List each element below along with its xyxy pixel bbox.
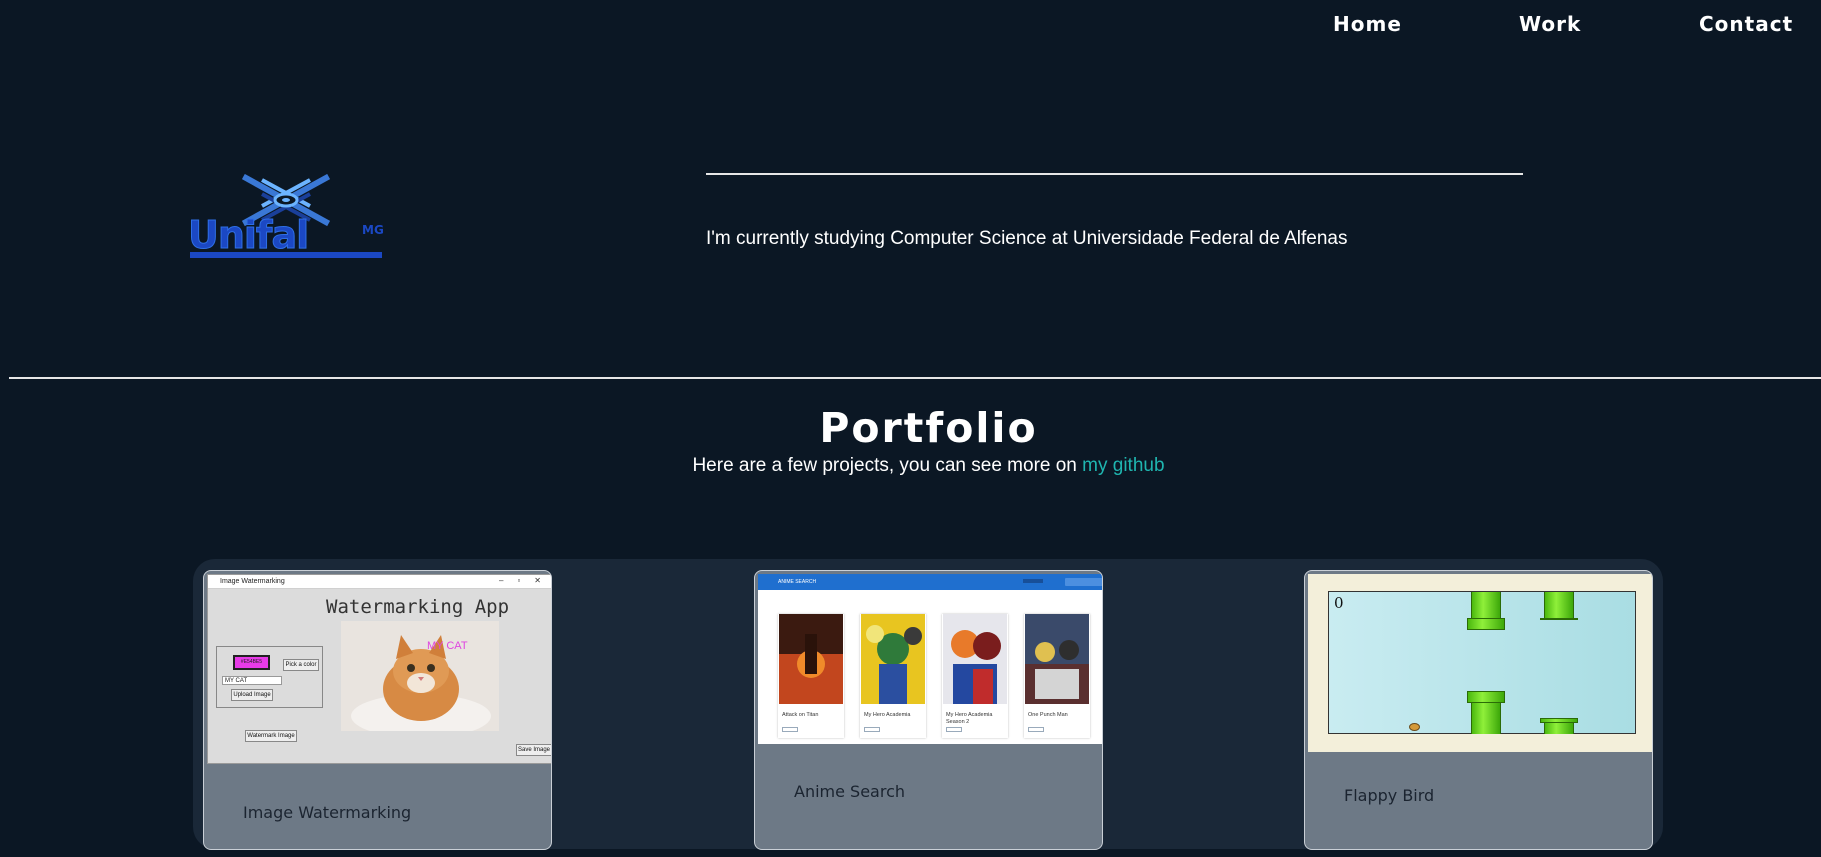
project-card-image-watermarking[interactable]: Image Watermarking –▫✕ Watermarking App …	[203, 570, 552, 850]
anime-title: My Hero Academia Season 2	[946, 712, 993, 725]
anime-title: One Punch Man	[1028, 712, 1068, 718]
hero-divider	[706, 173, 1523, 175]
svg-text:Unifal: Unifal	[188, 213, 308, 257]
section-divider	[9, 377, 1821, 379]
watermark-overlay-text: MY CAT	[427, 640, 468, 652]
anime-title: Attack on Titan	[782, 712, 819, 718]
game-canvas: 0	[1328, 591, 1636, 734]
pipe	[1544, 723, 1574, 734]
poster-image	[943, 614, 1007, 704]
search-input	[1065, 578, 1102, 586]
text-input: MY CAT	[222, 676, 282, 685]
window-title: Image Watermarking	[220, 578, 285, 585]
project-title[interactable]: Flappy Bird	[1344, 786, 1434, 805]
pipe-cap	[1467, 691, 1505, 703]
cat-photo	[341, 621, 499, 731]
github-link[interactable]: my github	[1082, 455, 1164, 476]
pipe	[1544, 592, 1574, 618]
poster-image	[1025, 614, 1089, 704]
pipe	[1471, 592, 1501, 618]
project-screenshot[interactable]: ANIME SEARCH Attack on Titan My Hero Aca…	[758, 574, 1102, 744]
anime-card: Attack on Titan	[778, 614, 844, 738]
pick-color-button: Pick a color	[283, 659, 319, 671]
main-nav: Home Work Contact	[0, 12, 1821, 42]
pipe	[1471, 703, 1501, 734]
portfolio-title: Portfolio	[819, 404, 1038, 452]
save-image-button: Save Image	[516, 744, 551, 756]
svg-text:MG: MG	[362, 223, 384, 237]
projects-panel: Image Watermarking –▫✕ Watermarking App …	[193, 559, 1663, 850]
poster-image	[779, 614, 843, 704]
anime-title: My Hero Academia	[864, 712, 911, 718]
more-button	[864, 727, 880, 732]
pipe-cap	[1467, 618, 1505, 630]
nav-contact-link[interactable]: Contact	[1699, 12, 1793, 36]
project-card-flappy-bird[interactable]: 0 Flappy Bird	[1304, 570, 1653, 850]
anime-card: One Punch Man	[1024, 614, 1090, 738]
pipe-cap	[1540, 618, 1578, 620]
project-screenshot[interactable]: Image Watermarking –▫✕ Watermarking App …	[207, 574, 552, 764]
app-bar-title: ANIME SEARCH	[778, 579, 817, 585]
controls-box: #E54BE5 Pick a color MY CAT Upload Image	[216, 646, 323, 708]
window-titlebar: Image Watermarking –▫✕	[208, 575, 552, 589]
bird-sprite	[1409, 723, 1420, 731]
color-swatch: #E54BE5	[233, 655, 270, 670]
portfolio-subtitle-text: Here are a few projects, you can see mor…	[692, 455, 1083, 476]
nav-work-link[interactable]: Work	[1519, 12, 1581, 36]
app-bar: ANIME SEARCH	[758, 574, 1102, 590]
more-button	[782, 727, 798, 732]
watermark-image-button: Watermark Image	[245, 730, 297, 742]
unifal-logo: Unifal MG	[186, 173, 386, 264]
hero-description: I'm currently studying Computer Science …	[706, 228, 1348, 249]
anime-card: My Hero Academia Season 2	[942, 614, 1008, 738]
more-button	[1028, 727, 1044, 732]
nav-home-link[interactable]: Home	[1333, 12, 1402, 36]
github-icon	[1023, 579, 1043, 583]
portfolio-subtitle: Here are a few projects, you can see mor…	[0, 455, 1821, 477]
anime-card: My Hero Academia	[860, 614, 926, 738]
window-controls-icon: –▫✕	[499, 576, 552, 585]
flappy-bird-window: 0	[1308, 574, 1652, 752]
more-button	[946, 727, 962, 732]
project-title[interactable]: Anime Search	[794, 782, 905, 801]
app-title: Watermarking App	[326, 596, 510, 618]
anime-search-page: ANIME SEARCH Attack on Titan My Hero Aca…	[758, 574, 1102, 744]
project-screenshot[interactable]: 0	[1308, 574, 1652, 752]
poster-image	[861, 614, 925, 704]
project-card-anime-search[interactable]: ANIME SEARCH Attack on Titan My Hero Aca…	[754, 570, 1103, 850]
score-counter: 0	[1334, 594, 1344, 612]
upload-image-button: Upload Image	[231, 689, 273, 701]
watermark-app-window: Image Watermarking –▫✕ Watermarking App …	[207, 574, 552, 764]
project-title[interactable]: Image Watermarking	[243, 803, 411, 822]
